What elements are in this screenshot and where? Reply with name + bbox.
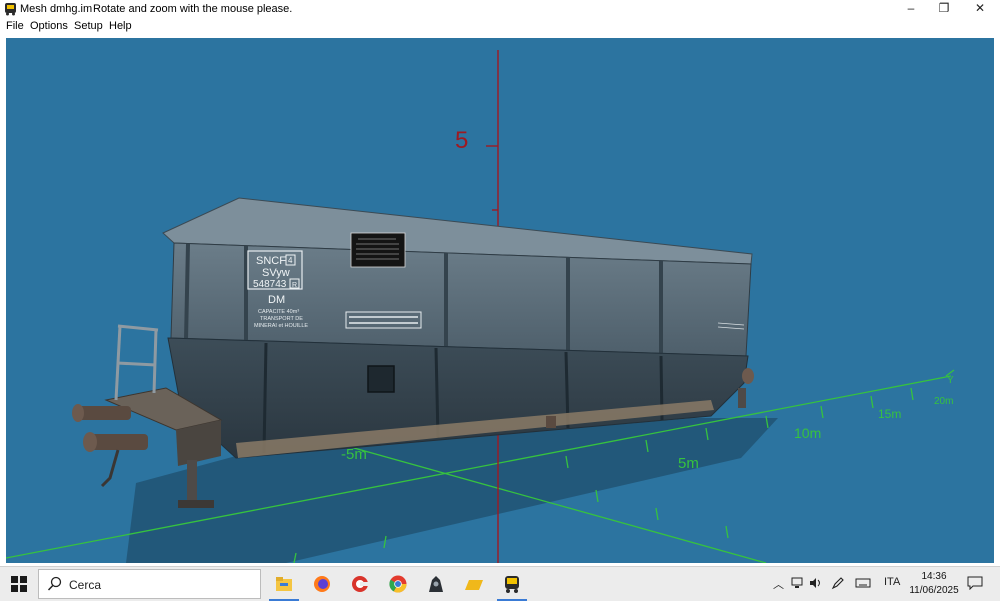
taskbar-chrome[interactable] [379, 567, 417, 601]
network-icon[interactable] [791, 576, 805, 590]
start-button[interactable] [0, 567, 38, 601]
yellow-folder-icon [465, 580, 483, 590]
window-hint: Rotate and zoom with the mouse please. [93, 3, 293, 15]
firefox-icon [314, 576, 330, 592]
search-icon [47, 576, 62, 591]
folder-icon [276, 577, 292, 591]
marking-svyw: SVyw [262, 267, 290, 279]
train-icon [505, 576, 519, 593]
marking-cargo: MINERAI et HOUILLE [254, 323, 308, 329]
taskbar-ccleaner[interactable] [341, 567, 379, 601]
bogie-leg-front [187, 460, 197, 506]
scene-canvas[interactable]: 5 SNCF 4 SVyw 548743 R DM CAPACITE 40m³ … [6, 38, 994, 563]
marking-r: R [292, 282, 297, 289]
grid-label-20: 20m [934, 396, 953, 407]
taskbar-dark-app[interactable] [417, 567, 455, 601]
clock-time[interactable]: 14:36 [915, 571, 953, 582]
coupling-hook [100, 449, 120, 488]
dark-app-icon [429, 576, 443, 592]
taskbar-firefox[interactable] [303, 567, 341, 601]
restore-button[interactable]: ❐ [926, 0, 962, 18]
menu-bar: File Options Setup Help [0, 18, 1000, 36]
end-railing [114, 324, 159, 401]
taskbar-folder[interactable] [455, 567, 493, 601]
close-button[interactable]: ✕ [962, 0, 998, 18]
language-indicator[interactable]: ITA [884, 576, 900, 588]
title-bar: Mesh dmhg.im Rotate and zoom with the mo… [0, 0, 1000, 18]
marking-number: 548743 [253, 279, 287, 290]
marking-capacity: CAPACITE 40m³ [258, 309, 299, 315]
side-brace [546, 416, 556, 428]
marking-sncf: SNCF [256, 255, 286, 267]
grid-label-10: 10m [794, 425, 821, 441]
chrome-icon [389, 575, 407, 593]
menu-options[interactable]: Options [30, 20, 68, 32]
train-app-icon [5, 3, 16, 16]
notification-icon[interactable] [967, 576, 983, 590]
menu-setup[interactable]: Setup [74, 20, 103, 32]
tray-chevron-icon[interactable]: ︿ [773, 576, 784, 592]
marking-transport: TRANSPORT DE [260, 316, 303, 322]
3d-viewport[interactable]: 5 SNCF 4 SVyw 548743 R DM CAPACITE 40m³ … [6, 38, 994, 563]
grid-label-minus5: -5m [341, 446, 367, 463]
taskbar-file-explorer[interactable] [265, 567, 303, 601]
marking-4: 4 [288, 256, 293, 265]
marking-dm: DM [268, 294, 285, 306]
clock-date[interactable]: 11/06/2025 [906, 585, 962, 596]
z-tick-label: 5 [455, 127, 468, 154]
windows-logo-icon [11, 576, 27, 592]
grid-label-15: 15m [878, 407, 901, 421]
ccleaner-icon [352, 576, 368, 592]
search-box[interactable]: Cerca [38, 569, 261, 599]
bogie-leg-rear [738, 388, 746, 408]
taskbar: Cerca ︿ ITA 14:36 11/06/2025 [0, 566, 1000, 601]
menu-file[interactable]: File [6, 20, 24, 32]
minimize-button[interactable]: – [893, 0, 929, 18]
pen-icon[interactable] [831, 576, 845, 590]
taskbar-train-viewer[interactable] [493, 567, 531, 601]
keyboard-icon[interactable] [855, 576, 871, 590]
bogie-leg-front-pad [178, 500, 214, 508]
y-axis-label: Y [947, 375, 954, 386]
window-title: Mesh dmhg.im [20, 3, 93, 15]
volume-icon[interactable] [809, 576, 823, 590]
info-plate-black [350, 232, 406, 268]
search-placeholder: Cerca [69, 578, 102, 592]
hopper-hatch [367, 365, 395, 393]
grid-label-5: 5m [678, 455, 699, 472]
rear-buffer [742, 368, 754, 384]
menu-help[interactable]: Help [109, 20, 132, 32]
